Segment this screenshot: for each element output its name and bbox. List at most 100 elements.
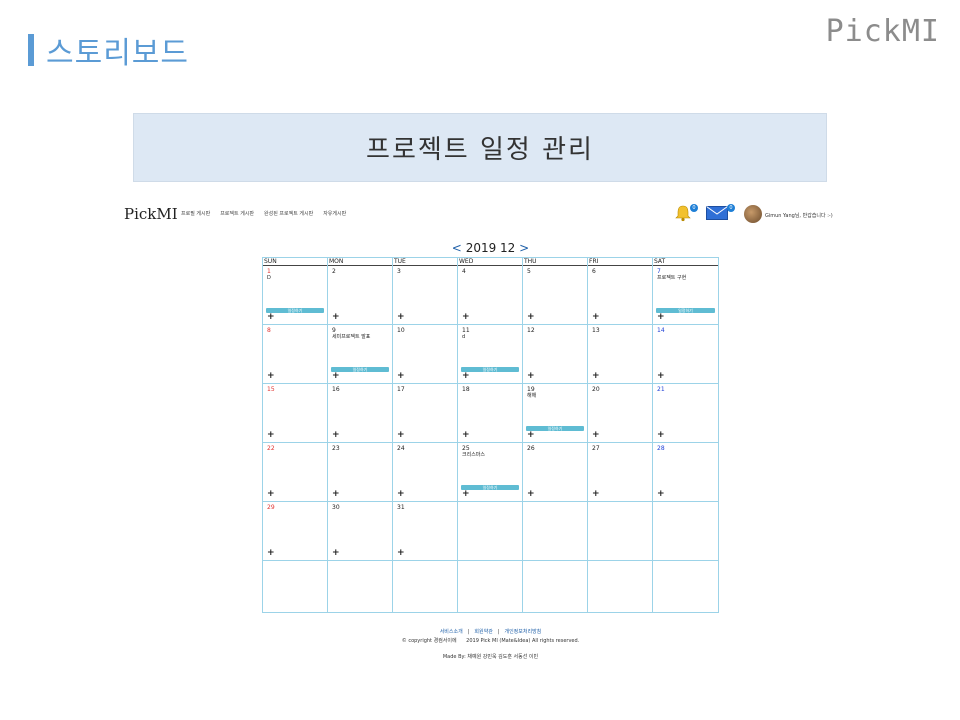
day-event-text[interactable]: 크리스마스	[462, 452, 518, 459]
add-event-button[interactable]: +	[332, 549, 340, 558]
schedule-button[interactable]: 일정하기	[266, 308, 324, 313]
footer-copyright: © copyright 경컴서이에 2019 Pick MI (Mate&Ide…	[262, 637, 719, 644]
add-event-button[interactable]: +	[397, 313, 405, 322]
add-event-button[interactable]: +	[592, 313, 600, 322]
day-event-text[interactable]: d	[462, 334, 518, 341]
add-event-button[interactable]: +	[267, 313, 275, 322]
add-event-button[interactable]: +	[527, 431, 535, 440]
nav-item-profile-board[interactable]: 프로필 게시판	[181, 210, 210, 217]
calendar-day-cell[interactable]: 15 +	[263, 384, 328, 442]
add-event-button[interactable]: +	[462, 372, 470, 381]
calendar-day-cell[interactable]: 12 +	[523, 325, 588, 383]
calendar-day-cell[interactable]: 3 +	[393, 266, 458, 324]
calendar-day-cell[interactable]: 22 +	[263, 443, 328, 501]
add-event-button[interactable]: +	[267, 549, 275, 558]
calendar-day-cell[interactable]: 16 +	[328, 384, 393, 442]
calendar-day-cell[interactable]: 21 +	[653, 384, 718, 442]
add-event-button[interactable]: +	[397, 431, 405, 440]
calendar-day-cell[interactable]: 26 +	[523, 443, 588, 501]
add-event-button[interactable]: +	[527, 490, 535, 499]
calendar-day-cell[interactable]: 23 +	[328, 443, 393, 501]
calendar-day-cell[interactable]: 4 +	[458, 266, 523, 324]
calendar-day-cell[interactable]: 29 +	[263, 502, 328, 560]
add-event-button[interactable]: +	[657, 490, 665, 499]
add-event-button[interactable]: +	[332, 490, 340, 499]
add-event-button[interactable]: +	[267, 372, 275, 381]
add-event-button[interactable]: +	[397, 372, 405, 381]
calendar-day-cell[interactable]: 24 +	[393, 443, 458, 501]
calendar-week-row: 29 +30 +31 +	[263, 502, 718, 561]
calendar-day-cell[interactable]: 1 D 일정하기 +	[263, 266, 328, 324]
add-event-button[interactable]: +	[267, 431, 275, 440]
add-event-button[interactable]: +	[332, 313, 340, 322]
day-event-text[interactable]: 해해	[527, 393, 583, 400]
add-event-button[interactable]: +	[527, 372, 535, 381]
mail-icon[interactable]	[706, 206, 728, 220]
schedule-button[interactable]: 일정하기	[331, 367, 389, 372]
day-event-text[interactable]: 세미프로젝트 발표	[332, 334, 388, 341]
user-greeting: Gimun Yang님, 반갑습니다 :-)	[765, 213, 833, 219]
calendar-day-cell	[588, 502, 653, 560]
calendar-day-cell[interactable]: 28 +	[653, 443, 718, 501]
calendar-day-cell[interactable]: 19 해해 일정하기 +	[523, 384, 588, 442]
calendar-day-cell	[523, 502, 588, 560]
footer-link-privacy[interactable]: 개인정보처리방침	[504, 629, 541, 635]
day-event-text[interactable]: D	[267, 275, 323, 282]
schedule-button[interactable]: 일정하기	[526, 426, 584, 431]
add-event-button[interactable]: +	[592, 372, 600, 381]
calendar-day-cell[interactable]: 25 크리스마스 일정하기 +	[458, 443, 523, 501]
add-event-button[interactable]: +	[332, 372, 340, 381]
add-event-button[interactable]: +	[462, 490, 470, 499]
calendar-day-cell[interactable]: 11 d 일정하기 +	[458, 325, 523, 383]
calendar-day-cell[interactable]: 13 +	[588, 325, 653, 383]
calendar-day-cell	[328, 561, 393, 612]
calendar-day-cell[interactable]: 31 +	[393, 502, 458, 560]
add-event-button[interactable]: +	[397, 549, 405, 558]
nav-item-free-board[interactable]: 자유게시판	[323, 210, 346, 217]
calendar-day-cell[interactable]: 18 +	[458, 384, 523, 442]
add-event-button[interactable]: +	[397, 490, 405, 499]
add-event-button[interactable]: +	[462, 313, 470, 322]
footer-link-service[interactable]: 서비스소개	[440, 629, 463, 635]
day-number: 26	[527, 445, 535, 452]
calendar-day-cell	[653, 502, 718, 560]
schedule-button[interactable]: 일정하기	[461, 485, 519, 490]
calendar-day-cell[interactable]: 30 +	[328, 502, 393, 560]
calendar-day-cell[interactable]: 20 +	[588, 384, 653, 442]
add-event-button[interactable]: +	[657, 431, 665, 440]
next-month-button[interactable]: >	[519, 241, 529, 255]
calendar-day-cell[interactable]: 17 +	[393, 384, 458, 442]
add-event-button[interactable]: +	[527, 313, 535, 322]
day-number: 2	[332, 268, 336, 275]
calendar-day-cell[interactable]: 8 +	[263, 325, 328, 383]
add-event-button[interactable]: +	[267, 490, 275, 499]
calendar-day-cell[interactable]: 2 +	[328, 266, 393, 324]
avatar[interactable]	[744, 205, 762, 223]
calendar-day-cell[interactable]: 9 세미프로젝트 발표 일정하기 +	[328, 325, 393, 383]
calendar-day-cell[interactable]: 10 +	[393, 325, 458, 383]
nav-item-completed-project-board[interactable]: 완성된 프로젝트 게시판	[264, 210, 313, 217]
add-event-button[interactable]: +	[657, 372, 665, 381]
schedule-button[interactable]: 일정하기	[656, 308, 715, 313]
calendar-day-cell[interactable]: 7 프로젝트 구현일정하기 +	[653, 266, 718, 324]
day-number: 10	[397, 327, 405, 334]
calendar-day-cell	[263, 561, 328, 612]
footer-link-terms[interactable]: 회원약관	[474, 629, 492, 635]
add-event-button[interactable]: +	[657, 313, 665, 322]
calendar-day-cell[interactable]: 27 +	[588, 443, 653, 501]
day-event-text[interactable]: 프로젝트 구현	[657, 275, 714, 282]
day-number: 18	[462, 386, 470, 393]
add-event-button[interactable]: +	[592, 490, 600, 499]
day-number: 7	[657, 268, 661, 275]
prev-month-button[interactable]: <	[452, 241, 462, 255]
calendar-day-cell[interactable]: 14 +	[653, 325, 718, 383]
add-event-button[interactable]: +	[332, 431, 340, 440]
add-event-button[interactable]: +	[592, 431, 600, 440]
app-logo[interactable]: PickMI	[124, 205, 178, 223]
add-event-button[interactable]: +	[462, 431, 470, 440]
calendar-day-cell[interactable]: 5 +	[523, 266, 588, 324]
schedule-button[interactable]: 일정하기	[461, 367, 519, 372]
day-number: 29	[267, 504, 275, 511]
nav-item-project-board[interactable]: 프로젝트 게시판	[220, 210, 254, 217]
calendar-day-cell[interactable]: 6 +	[588, 266, 653, 324]
